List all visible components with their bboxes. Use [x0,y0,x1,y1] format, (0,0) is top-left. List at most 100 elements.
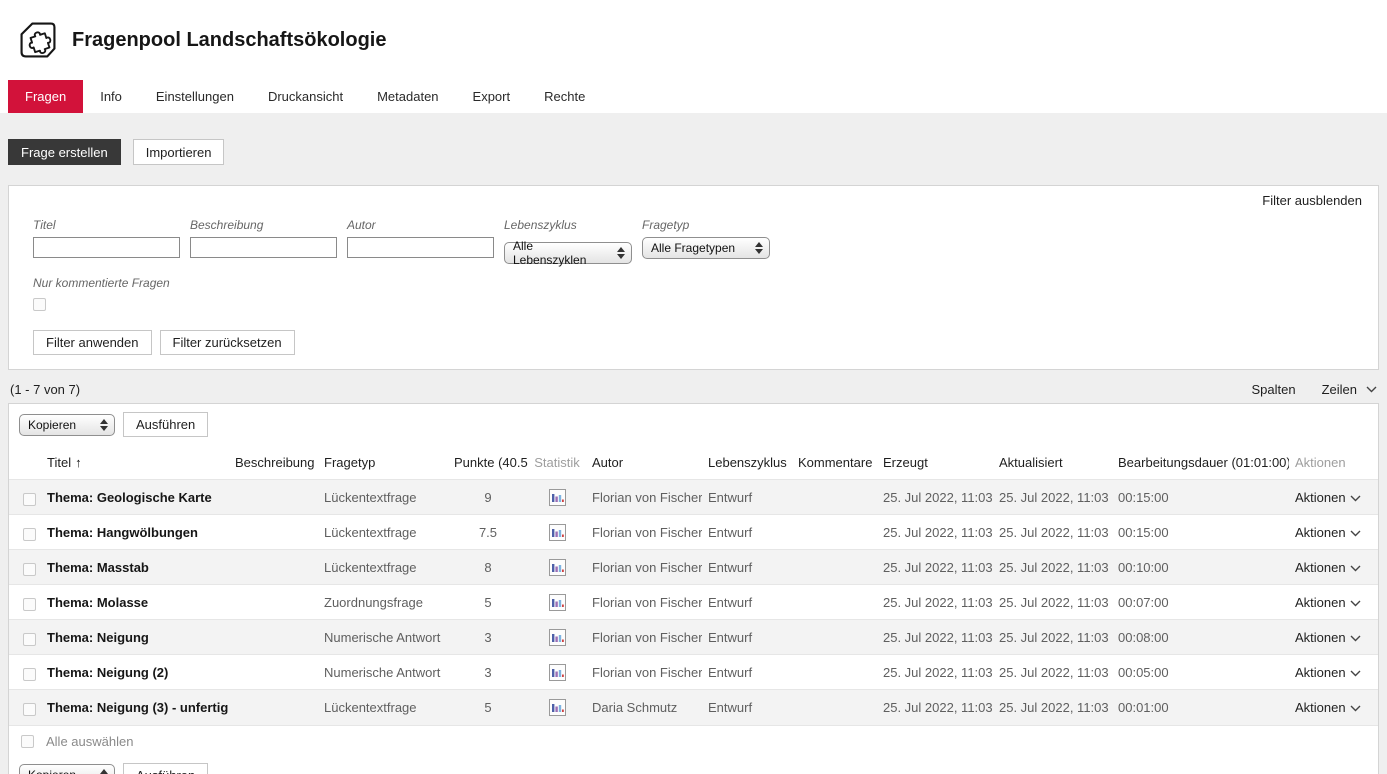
question-created: 25. Jul 2022, 11:03 [877,620,993,655]
question-created: 25. Jul 2022, 11:03 [877,655,993,690]
author-filter-input[interactable] [347,237,494,258]
apply-filter-button[interactable]: Filter anwenden [33,330,152,355]
row-actions-dropdown[interactable]: Aktionen [1289,515,1378,550]
statistics-chart-icon[interactable] [549,489,566,506]
row-actions-dropdown[interactable]: Aktionen [1289,480,1378,515]
chevron-down-icon [1366,386,1377,393]
row-checkbox[interactable] [23,598,36,611]
bulk-action-select-top[interactable]: Kopieren [19,414,115,436]
commented-only-checkbox[interactable] [33,298,46,311]
chevron-down-icon [1350,635,1361,642]
question-author: Florian von Fischer [586,515,702,550]
bulk-action-row-top: Kopieren Ausführen [9,404,1378,445]
question-points: 3 [448,655,528,690]
reset-filter-button[interactable]: Filter zurücksetzen [160,330,295,355]
tab-druckansicht[interactable]: Druckansicht [251,80,360,113]
table-header-row: Titel↑ Beschreibung Fragetyp Punkte (40.… [9,445,1378,480]
rows-selector[interactable]: Zeilen [1322,382,1377,397]
question-title-link[interactable]: Thema: Masstab [41,550,229,585]
row-actions-dropdown[interactable]: Aktionen [1289,550,1378,585]
row-checkbox[interactable] [23,563,36,576]
question-title-link[interactable]: Thema: Geologische Karte [41,480,229,515]
bulk-action-value-top: Kopieren [28,418,76,432]
header-beschreibung[interactable]: Beschreibung [229,445,318,480]
title-filter-input[interactable] [33,237,180,258]
tab-info[interactable]: Info [83,80,139,113]
question-lifecycle: Entwurf [702,515,792,550]
columns-selector[interactable]: Spalten [1251,382,1295,397]
statistics-chart-icon[interactable] [549,559,566,576]
question-title-link[interactable]: Thema: Neigung (2) [41,655,229,690]
header-punkte[interactable]: Punkte (40.5) [448,445,528,480]
header-titel[interactable]: Titel↑ [41,445,229,480]
qtype-filter-label: Fragetyp [642,218,770,232]
statistics-chart-icon[interactable] [549,699,566,716]
question-author: Daria Schmutz [586,690,702,725]
question-title-link[interactable]: Thema: Molasse [41,585,229,620]
statistics-chart-icon[interactable] [549,664,566,681]
row-actions-dropdown[interactable]: Aktionen [1289,690,1378,725]
description-filter-input[interactable] [190,237,337,258]
rows-selector-label: Zeilen [1322,382,1357,397]
question-lifecycle: Entwurf [702,655,792,690]
row-actions-dropdown[interactable]: Aktionen [1289,655,1378,690]
tab-einstellungen[interactable]: Einstellungen [139,80,251,113]
select-all-checkbox[interactable] [21,735,34,748]
question-duration: 00:10:00 [1112,550,1289,585]
statistics-chart-icon[interactable] [549,524,566,541]
execute-button-bottom[interactable]: Ausführen [123,763,208,774]
question-created: 25. Jul 2022, 11:03 [877,515,993,550]
question-type: Lückentextfrage [318,550,448,585]
row-checkbox[interactable] [23,493,36,506]
bulk-action-row-bottom: Kopieren Ausführen [9,755,1378,774]
header-autor[interactable]: Autor [586,445,702,480]
question-author: Florian von Fischer [586,655,702,690]
header-bearbeitungsdauer[interactable]: Bearbeitungsdauer (01:01:00) [1112,445,1289,480]
statistics-chart-icon[interactable] [549,594,566,611]
qtype-filter-value: Alle Fragetypen [651,241,735,255]
row-actions-dropdown[interactable]: Aktionen [1289,585,1378,620]
statistics-chart-icon[interactable] [549,629,566,646]
tab-export[interactable]: Export [456,80,528,113]
question-comments [792,585,877,620]
question-title-link[interactable]: Thema: Neigung (3) - unfertig [41,690,229,725]
lifecycle-filter-select[interactable]: Alle Lebenszyklen [504,242,632,264]
row-actions-dropdown[interactable]: Aktionen [1289,620,1378,655]
import-button[interactable]: Importieren [133,139,225,165]
create-question-button[interactable]: Frage erstellen [8,139,121,165]
header-erzeugt[interactable]: Erzeugt [877,445,993,480]
header-lebenszyklus[interactable]: Lebenszyklus [702,445,792,480]
question-points: 9 [448,480,528,515]
table-row: Thema: Neigung (3) - unfertigLückentextf… [9,690,1378,725]
question-duration: 00:01:00 [1112,690,1289,725]
header-fragetyp[interactable]: Fragetyp [318,445,448,480]
row-checkbox[interactable] [23,703,36,716]
question-title-link[interactable]: Thema: Neigung [41,620,229,655]
tab-metadaten[interactable]: Metadaten [360,80,455,113]
question-updated: 25. Jul 2022, 11:03 [993,585,1112,620]
question-comments [792,655,877,690]
tab-fragen[interactable]: Fragen [8,80,83,113]
question-author: Florian von Fischer [586,620,702,655]
question-title-link[interactable]: Thema: Hangwölbungen [41,515,229,550]
filter-field-title: Titel [33,218,180,264]
header-aktualisiert[interactable]: Aktualisiert [993,445,1112,480]
execute-button-top[interactable]: Ausführen [123,412,208,437]
author-filter-label: Autor [347,218,494,232]
hide-filter-link[interactable]: Filter ausblenden [25,192,1362,210]
table-row: Thema: HangwölbungenLückentextfrage7.5Fl… [9,515,1378,550]
description-filter-label: Beschreibung [190,218,337,232]
header-checkbox-spacer [9,445,41,480]
question-statistics-cell [528,585,586,620]
question-points: 7.5 [448,515,528,550]
question-points: 3 [448,620,528,655]
tab-rechte[interactable]: Rechte [527,80,602,113]
question-lifecycle: Entwurf [702,480,792,515]
qtype-filter-select[interactable]: Alle Fragetypen [642,237,770,259]
bulk-action-select-bottom[interactable]: Kopieren [19,764,115,774]
question-updated: 25. Jul 2022, 11:03 [993,620,1112,655]
row-checkbox[interactable] [23,633,36,646]
row-checkbox[interactable] [23,668,36,681]
header-kommentare[interactable]: Kommentare [792,445,877,480]
row-checkbox[interactable] [23,528,36,541]
